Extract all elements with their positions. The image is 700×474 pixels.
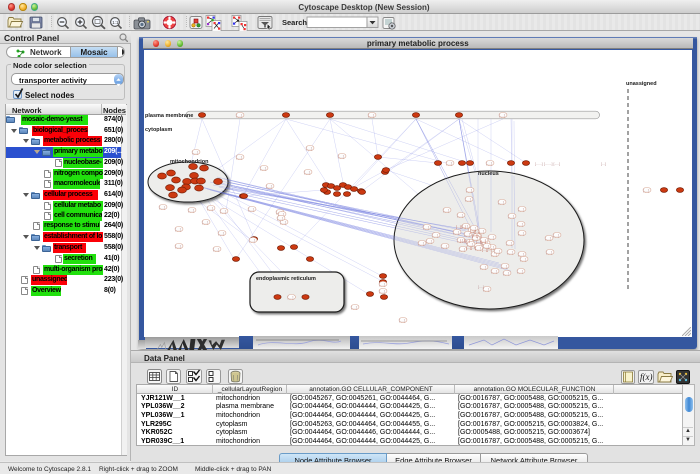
svg-text:[....]: [....] <box>260 166 266 170</box>
svg-text:[....]: [....] <box>499 113 505 117</box>
svg-text:[....]: [....] <box>218 231 224 235</box>
svg-text:[....]: [....] <box>545 236 551 240</box>
svg-text:[....]: [....] <box>553 233 559 237</box>
svg-text:unassigned: unassigned <box>626 81 657 87</box>
svg-text:[....]: [....] <box>480 265 486 269</box>
svg-text:[...][...]: [...][...] <box>460 239 470 243</box>
svg-text:[....]: [....] <box>368 113 374 117</box>
svg-text:cytoplasm: cytoplasm <box>145 127 172 133</box>
svg-text:[....]: [....] <box>464 232 470 236</box>
svg-text:[....]: [....] <box>418 241 424 245</box>
svg-text:[....]: [....] <box>518 231 524 235</box>
svg-text:[....]: [....] <box>248 207 254 211</box>
svg-text:[....]: [....] <box>546 250 552 254</box>
svg-text:[....]: [....] <box>465 197 471 201</box>
svg-text:[....]: [....] <box>507 250 513 254</box>
svg-text:[....]: [....] <box>643 188 649 192</box>
svg-text:[...][...]: [...][...] <box>476 240 486 244</box>
svg-text:nucleus: nucleus <box>478 171 499 177</box>
svg-text:[....]: [....] <box>503 271 509 275</box>
svg-text:[....]: [....] <box>379 282 385 286</box>
svg-text:[...][...]: [...][...] <box>482 248 492 252</box>
svg-text:[....]: [....] <box>304 170 310 174</box>
svg-text:[....]: [....] <box>520 257 526 261</box>
svg-text:[....]: [....] <box>399 318 405 322</box>
svg-text:[....]: [....] <box>236 113 242 117</box>
svg-text:[....]: [....] <box>338 154 344 158</box>
svg-text:[....]: [....] <box>517 269 523 273</box>
svg-text:[....]: [....] <box>306 146 312 150</box>
svg-text:[....]: [....] <box>491 269 497 273</box>
svg-text:[....]: [....] <box>466 188 472 192</box>
svg-text:[....]: [....] <box>459 247 465 251</box>
svg-text:[......] [.......] [.....]: [......] [.......] [.....] <box>535 162 560 166</box>
svg-text:[....]: [....] <box>483 287 489 291</box>
svg-text:[....]: [....] <box>498 200 504 204</box>
svg-text:[....]: [....] <box>249 238 255 242</box>
svg-text:[....]: [....] <box>457 213 463 217</box>
svg-text:[....]: [....] <box>266 184 272 188</box>
svg-text:[....]: [....] <box>175 244 181 248</box>
svg-text:[....]: [....] <box>478 285 484 289</box>
svg-text:[....]: [....] <box>175 227 181 231</box>
svg-text:plasma membrane: plasma membrane <box>145 113 193 119</box>
svg-text:[....]: [....] <box>518 207 524 211</box>
svg-text:[....]: [....] <box>207 206 213 210</box>
svg-text:f(x): f(x) <box>640 372 653 382</box>
svg-text:[....]: [....] <box>213 247 219 251</box>
svg-text:[....]: [....] <box>280 220 286 224</box>
svg-text:[....]: [....] <box>277 216 283 220</box>
svg-text:[....]: [....] <box>494 249 500 253</box>
svg-text:[....]: [....] <box>423 225 429 229</box>
svg-text:endoplasmic reticulum: endoplasmic reticulum <box>256 276 316 282</box>
svg-text:[....]: [....] <box>443 208 449 212</box>
svg-text:[....]: [....] <box>202 220 208 224</box>
svg-text:[....]: [....] <box>506 241 512 245</box>
svg-text:[....]: [....] <box>236 155 242 159</box>
svg-text:[....]: [....] <box>453 230 459 234</box>
svg-text:[....]: [....] <box>288 295 294 299</box>
svg-text:[....]: [....] <box>501 264 507 268</box>
svg-text:Search:: Search: <box>282 18 310 27</box>
svg-text:[....]: [....] <box>518 252 524 256</box>
svg-text:[....]: [....] <box>508 214 514 218</box>
svg-text:[....]: [....] <box>486 161 492 165</box>
svg-text:[...][...]: [...][...] <box>456 225 466 229</box>
svg-text:[....]: [....] <box>192 150 198 154</box>
svg-text:[....]: [....] <box>351 305 357 309</box>
svg-text:[....]: [....] <box>441 244 447 248</box>
svg-text:[....]: [....] <box>159 205 165 209</box>
svg-text:[....]: [....] <box>188 208 194 212</box>
svg-text:[....]: [....] <box>446 161 452 165</box>
svg-text:[....]: [....] <box>488 235 494 239</box>
svg-text:[....]: [....] <box>426 239 432 243</box>
svg-text:[....]: [....] <box>475 246 481 250</box>
svg-text:[....]: [....] <box>379 289 385 293</box>
svg-text:1:1: 1:1 <box>112 20 119 25</box>
svg-text:[....]: [....] <box>432 233 438 237</box>
svg-text:[...][...]: [...][...] <box>466 246 476 250</box>
svg-text:[....]: [....] <box>220 209 226 213</box>
svg-text:[...][...]: [...][...] <box>472 234 482 238</box>
svg-text:[...]: [...] <box>601 162 606 166</box>
svg-text:[....]: [....] <box>517 222 523 226</box>
